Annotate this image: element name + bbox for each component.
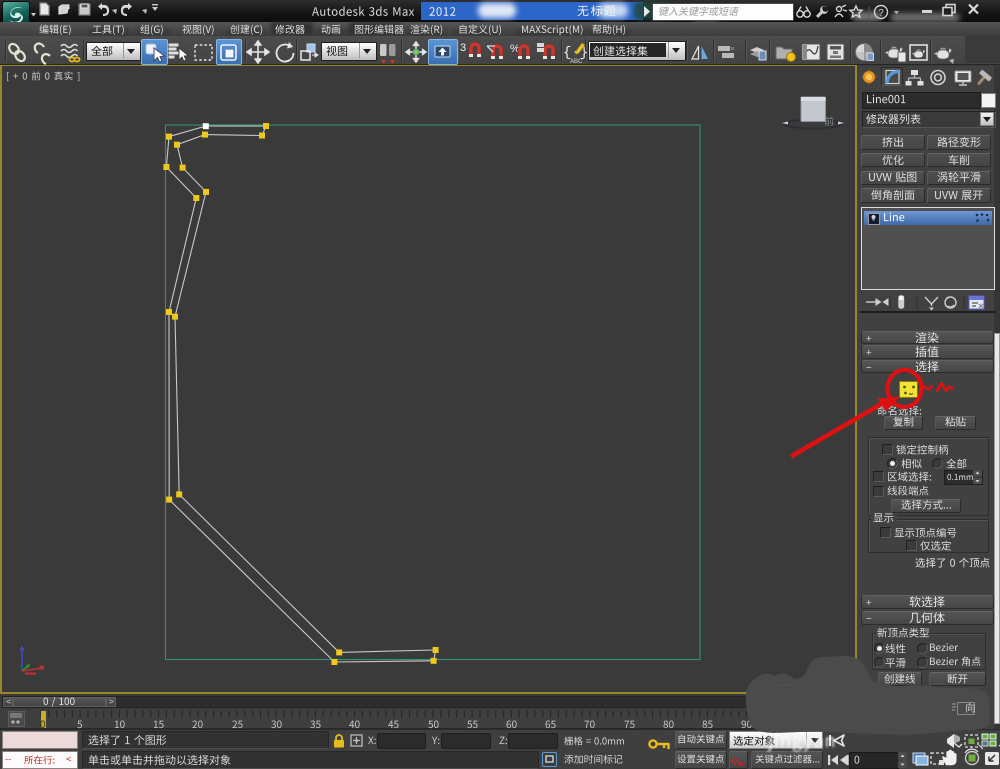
svg-text:?: ?: [878, 8, 884, 19]
